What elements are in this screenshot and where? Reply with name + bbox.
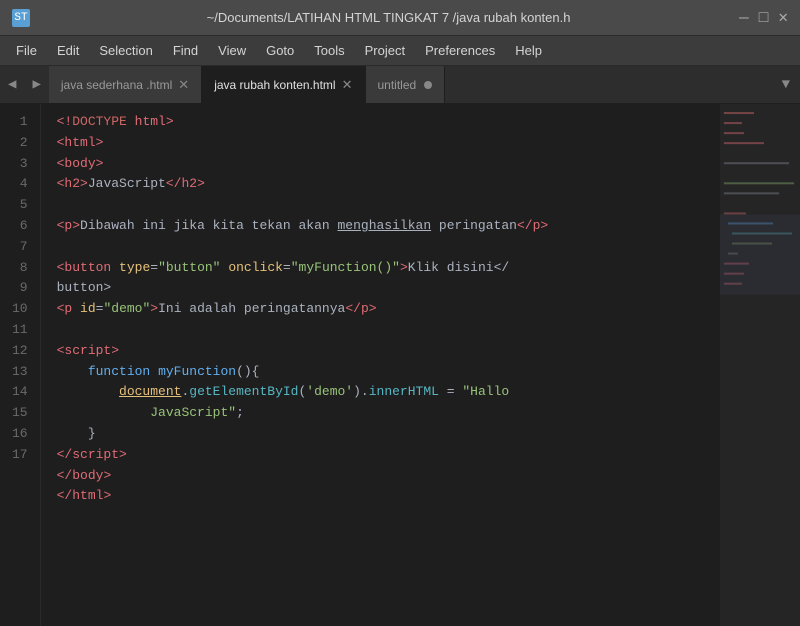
maximize-button[interactable]: □ (759, 10, 769, 26)
line-number: 6 (12, 216, 28, 237)
line-number: 3 (12, 154, 28, 175)
menu-project[interactable]: Project (357, 41, 413, 60)
menu-help[interactable]: Help (507, 41, 550, 60)
line-number: 14 (12, 382, 28, 403)
tab-close-java-rubah-konten[interactable]: ✕ (342, 78, 353, 91)
menu-preferences[interactable]: Preferences (417, 41, 503, 60)
menu-file[interactable]: File (8, 41, 45, 60)
line-number: 13 (12, 362, 28, 383)
tab-label: untitled (378, 78, 417, 92)
line-number: 10 (12, 299, 28, 320)
code-editor[interactable]: <!DOCTYPE html> <html> <body> <h2>JavaSc… (41, 104, 720, 626)
line-number: 2 (12, 133, 28, 154)
tab-label: java sederhana .html (61, 78, 172, 92)
window-title: ~/Documents/LATIHAN HTML TINGKAT 7 /java… (38, 10, 739, 25)
menu-find[interactable]: Find (165, 41, 206, 60)
tab-nav-right[interactable]: ▶ (24, 66, 48, 103)
line-number: 1 (12, 112, 28, 133)
title-bar: ST ~/Documents/LATIHAN HTML TINGKAT 7 /j… (0, 0, 800, 36)
menu-edit[interactable]: Edit (49, 41, 87, 60)
line-number: 16 (12, 424, 28, 445)
line-number: 17 (12, 445, 28, 466)
editor: 1 2 3 4 5 6 7 8 9 10 11 12 13 14 15 16 1… (0, 104, 800, 626)
menu-selection[interactable]: Selection (91, 41, 160, 60)
line-number: 12 (12, 341, 28, 362)
minimize-button[interactable]: — (739, 10, 749, 26)
tab-java-rubah-konten[interactable]: java rubah konten.html ✕ (202, 66, 365, 103)
tab-nav-left[interactable]: ◀ (0, 66, 24, 103)
tab-label: java rubah konten.html (214, 78, 335, 92)
line-number: 15 (12, 403, 28, 424)
tab-overflow-button[interactable]: ▼ (772, 77, 800, 93)
line-number: 11 (12, 320, 28, 341)
line-number: 7 (12, 237, 28, 258)
app-icon: ST (12, 9, 30, 27)
tab-dirty-indicator (424, 81, 432, 89)
tab-bar: ◀ ▶ java sederhana .html ✕ java rubah ko… (0, 66, 800, 104)
window-controls: — □ ✕ (739, 10, 788, 26)
line-number: 9 (12, 278, 28, 299)
menu-view[interactable]: View (210, 41, 254, 60)
menu-bar: File Edit Selection Find View Goto Tools… (0, 36, 800, 66)
tab-java-sederhana[interactable]: java sederhana .html ✕ (49, 66, 202, 103)
close-button[interactable]: ✕ (778, 10, 788, 26)
line-number: 8 (12, 258, 28, 279)
line-number: 5 (12, 195, 28, 216)
tab-close-java-sederhana[interactable]: ✕ (178, 78, 189, 91)
line-number: 4 (12, 174, 28, 195)
minimap-svg (720, 104, 800, 626)
minimap[interactable] (720, 104, 800, 626)
menu-tools[interactable]: Tools (306, 41, 352, 60)
menu-goto[interactable]: Goto (258, 41, 302, 60)
line-numbers: 1 2 3 4 5 6 7 8 9 10 11 12 13 14 15 16 1… (0, 104, 41, 626)
tab-untitled[interactable]: untitled (366, 66, 446, 103)
